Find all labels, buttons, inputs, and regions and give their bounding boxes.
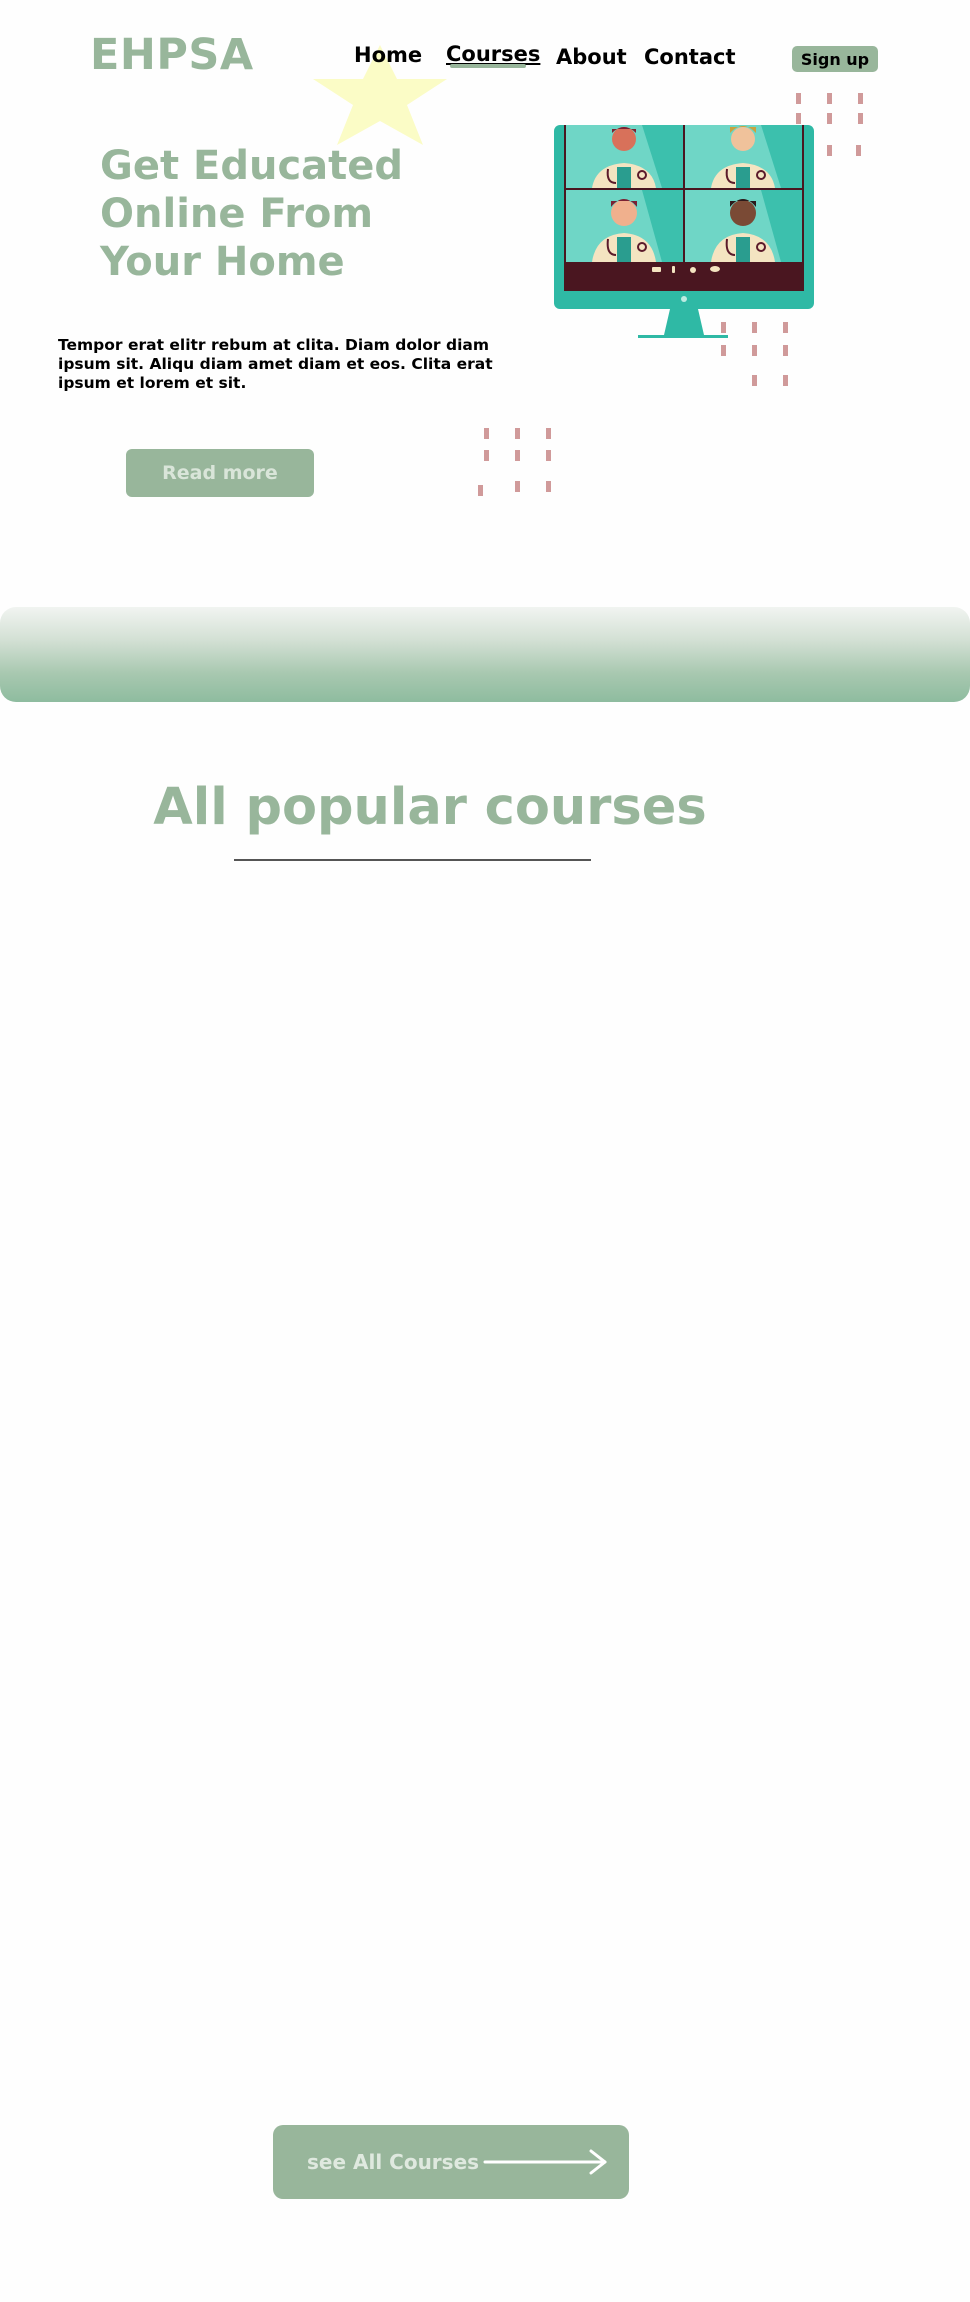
see-all-courses-button[interactable]: see All Courses: [273, 2125, 629, 2199]
dots-pattern-icon: [478, 428, 551, 496]
site-logo[interactable]: EHPSA: [90, 30, 254, 80]
read-more-button[interactable]: Read more: [126, 449, 314, 497]
hero-description: Tempor erat elitr rebum at clita. Diam d…: [58, 336, 493, 392]
nav-contact[interactable]: Contact: [644, 45, 736, 69]
signup-button[interactable]: Sign up: [792, 46, 878, 72]
nav-home[interactable]: Home: [354, 43, 422, 67]
hero-title-line: Online From: [100, 191, 374, 237]
title-underline: [234, 859, 591, 861]
hero-title: Get Educated Online From Your Home: [100, 142, 460, 286]
video-call-monitor-illustration: [554, 125, 814, 338]
arrow-right-icon: [483, 2149, 607, 2175]
section-divider-band: [0, 607, 970, 702]
courses-section-title: All popular courses: [153, 778, 707, 837]
nav-about[interactable]: About: [556, 45, 627, 69]
hero-title-line: Your Home: [100, 239, 345, 285]
hero-title-line: Get Educated: [100, 143, 404, 189]
nav-courses[interactable]: Courses: [446, 42, 540, 66]
nav-active-indicator: [450, 64, 526, 68]
see-all-courses-label: see All Courses: [307, 2150, 480, 2174]
